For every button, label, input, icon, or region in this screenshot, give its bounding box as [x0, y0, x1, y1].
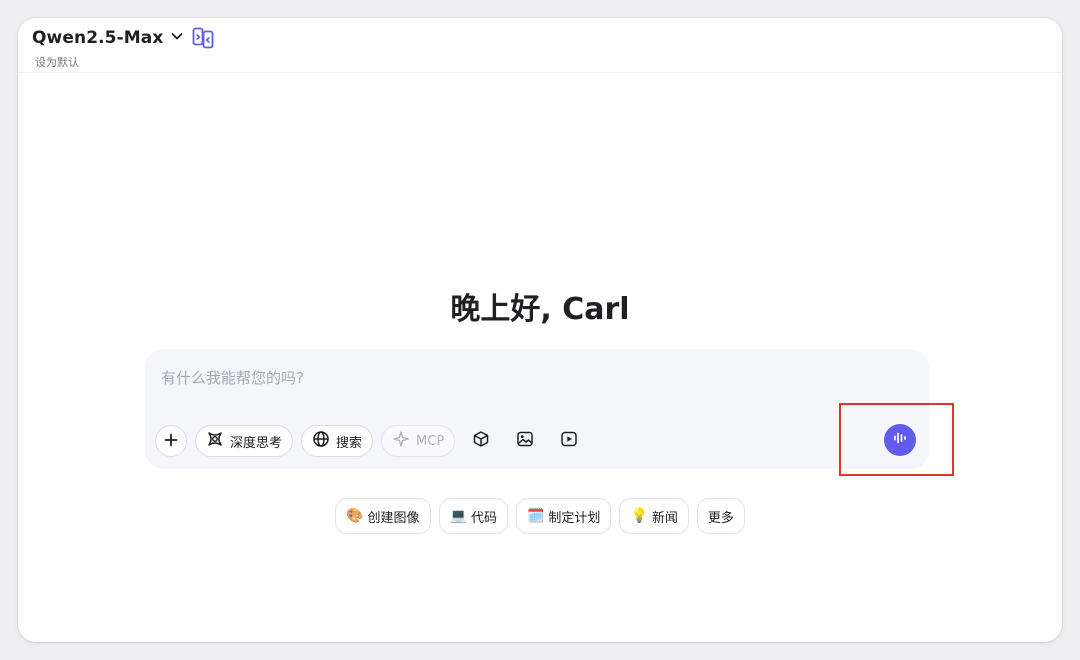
chip-label: 更多: [707, 510, 734, 526]
chip-news[interactable]: 💡 新闻: [619, 498, 689, 534]
chip-label: 新闻: [651, 510, 678, 526]
add-attachment-button[interactable]: [155, 425, 187, 457]
chip-label: 制定计划: [548, 510, 601, 526]
app-window: Qwen2.5-Max 设为默认 晚上好, Carl 有什么我能帮您的吗? 深度…: [18, 18, 1062, 642]
top-bar: Qwen2.5-Max 设为默认: [18, 18, 1062, 73]
set-default-link[interactable]: 设为默认: [35, 54, 79, 70]
search-button[interactable]: 搜索: [301, 425, 374, 457]
cube-button[interactable]: [463, 425, 499, 457]
composer-toolbar: 深度思考 搜索 MCP: [155, 425, 587, 457]
deep-thinking-label: 深度思考: [230, 435, 283, 451]
prompt-input[interactable]: [159, 363, 903, 393]
greeting-title: 晚上好, Carl: [450, 292, 630, 327]
voice-input-button[interactable]: [884, 424, 916, 456]
chip-create-image[interactable]: 🎨 创建图像: [335, 498, 431, 534]
image-button[interactable]: [507, 425, 543, 457]
image-icon: [516, 430, 534, 452]
calendar-icon: 🗓️: [526, 508, 545, 524]
chip-label: 代码: [470, 510, 497, 526]
deep-thinking-button[interactable]: 深度思考: [195, 425, 294, 457]
chip-code[interactable]: 💻 代码: [438, 498, 508, 534]
plus-icon: [164, 432, 178, 451]
chevron-down-icon: [169, 28, 185, 48]
voice-wave-icon: [892, 430, 908, 450]
search-label: 搜索: [336, 435, 363, 451]
suggestion-chips: 🎨 创建图像 💻 代码 🗓️ 制定计划 💡 新闻 更多: [18, 498, 1062, 534]
chip-make-plan[interactable]: 🗓️ 制定计划: [515, 498, 612, 534]
model-name: Qwen2.5-Max: [32, 28, 164, 48]
compare-models-icon[interactable]: [190, 25, 216, 51]
palette-icon: 🎨: [346, 508, 364, 524]
sparkle-icon: [392, 430, 410, 452]
mcp-button[interactable]: MCP: [381, 425, 456, 457]
chat-composer: 深度思考 搜索 MCP: [145, 349, 929, 469]
chip-more[interactable]: 更多: [696, 498, 745, 534]
laptop-icon: 💻: [449, 508, 467, 524]
lightbulb-icon: 💡: [630, 508, 648, 524]
mcp-label: MCP: [416, 433, 445, 449]
video-button[interactable]: [551, 425, 587, 457]
model-selector[interactable]: Qwen2.5-Max: [32, 26, 185, 50]
cube-icon: [472, 430, 490, 452]
globe-icon: [312, 430, 330, 452]
chip-label: 创建图像: [367, 510, 420, 526]
deep-thinking-icon: [206, 430, 224, 452]
video-icon: [560, 430, 578, 452]
